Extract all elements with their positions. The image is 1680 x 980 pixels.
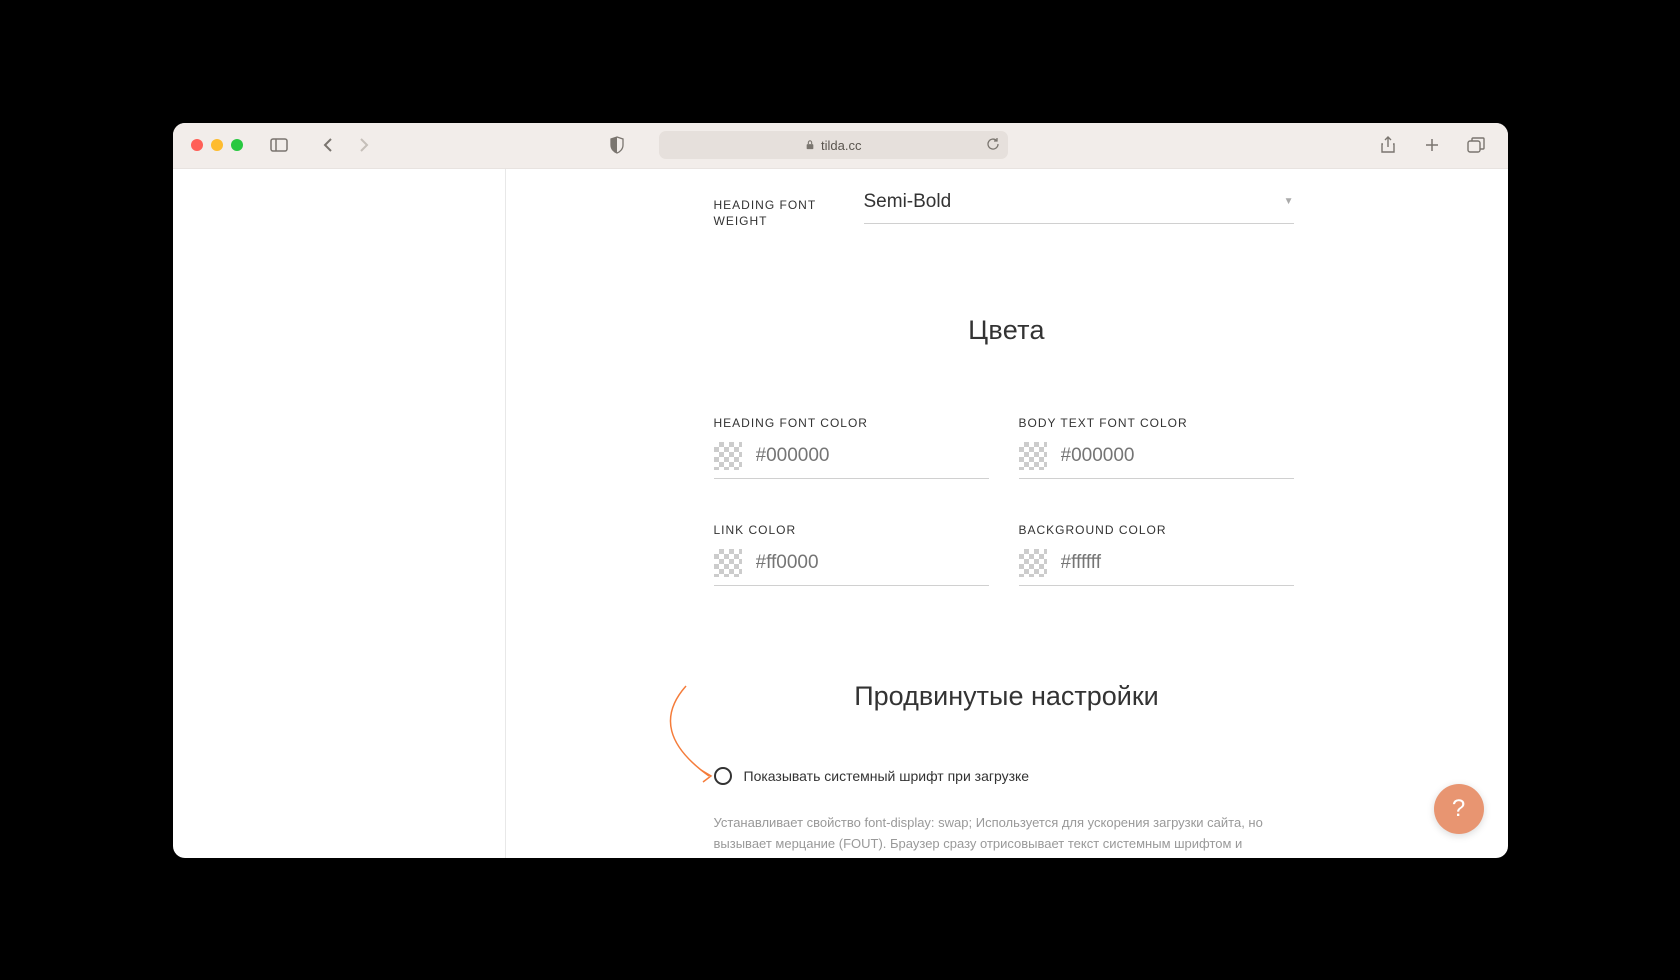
link-color-field: LINK COLOR	[714, 523, 989, 586]
link-color-input[interactable]	[756, 552, 989, 574]
select-value: Semi-Bold	[864, 191, 952, 213]
url-text: tilda.cc	[821, 138, 861, 153]
field-label: LINK COLOR	[714, 523, 989, 537]
body-color-input[interactable]	[1061, 445, 1294, 467]
bg-color-field: BACKGROUND COLOR	[1019, 523, 1294, 586]
browser-toolbar: tilda.cc	[173, 123, 1508, 169]
help-icon: ?	[1452, 795, 1465, 823]
main-panel: HEADING FONT WEIGHT Semi-Bold ▼ Цвета HE…	[506, 169, 1508, 858]
forward-button[interactable]	[349, 131, 377, 159]
help-button[interactable]: ?	[1434, 784, 1484, 834]
maximize-window-button[interactable]	[231, 139, 243, 151]
field-label: BODY TEXT FONT COLOR	[1019, 416, 1294, 430]
color-swatch[interactable]	[714, 549, 742, 577]
field-label: BACKGROUND COLOR	[1019, 523, 1294, 537]
colors-heading: Цвета	[556, 315, 1458, 346]
body-color-field: BODY TEXT FONT COLOR	[1019, 416, 1294, 479]
minimize-window-button[interactable]	[211, 139, 223, 151]
bg-color-input[interactable]	[1061, 552, 1294, 574]
address-bar[interactable]: tilda.cc	[659, 131, 1009, 159]
page-content: HEADING FONT WEIGHT Semi-Bold ▼ Цвета HE…	[173, 169, 1508, 858]
advanced-settings-section: Продвинутые настройки Показывать системн…	[556, 681, 1458, 857]
heading-color-input[interactable]	[756, 445, 989, 467]
lock-icon	[805, 140, 815, 150]
share-button[interactable]	[1374, 131, 1402, 159]
system-font-checkbox-row[interactable]: Показывать системный шрифт при загрузке	[714, 767, 1458, 785]
privacy-shield-button[interactable]	[603, 131, 631, 159]
heading-weight-select[interactable]: Semi-Bold ▼	[864, 183, 1294, 224]
chevron-down-icon: ▼	[1284, 196, 1294, 207]
browser-window: tilda.cc	[173, 123, 1508, 858]
color-fields-grid: HEADING FONT COLOR BODY TEXT FONT COLOR …	[714, 416, 1294, 586]
sidebar-toggle-button[interactable]	[265, 131, 293, 159]
heading-color-field: HEADING FONT COLOR	[714, 416, 989, 479]
help-text: Устанавливает свойство font-display: swa…	[714, 813, 1284, 857]
new-tab-button[interactable]	[1418, 131, 1446, 159]
color-swatch[interactable]	[1019, 549, 1047, 577]
checkbox-label: Показывать системный шрифт при загрузке	[744, 768, 1030, 784]
tabs-overview-button[interactable]	[1462, 131, 1490, 159]
color-swatch[interactable]	[1019, 442, 1047, 470]
back-button[interactable]	[315, 131, 343, 159]
traffic-lights	[191, 139, 243, 151]
close-window-button[interactable]	[191, 139, 203, 151]
annotation-arrow-icon	[641, 681, 731, 791]
reload-button[interactable]	[986, 137, 1000, 154]
color-swatch[interactable]	[714, 442, 742, 470]
heading-weight-label: HEADING FONT WEIGHT	[714, 183, 834, 231]
field-label: HEADING FONT COLOR	[714, 416, 989, 430]
